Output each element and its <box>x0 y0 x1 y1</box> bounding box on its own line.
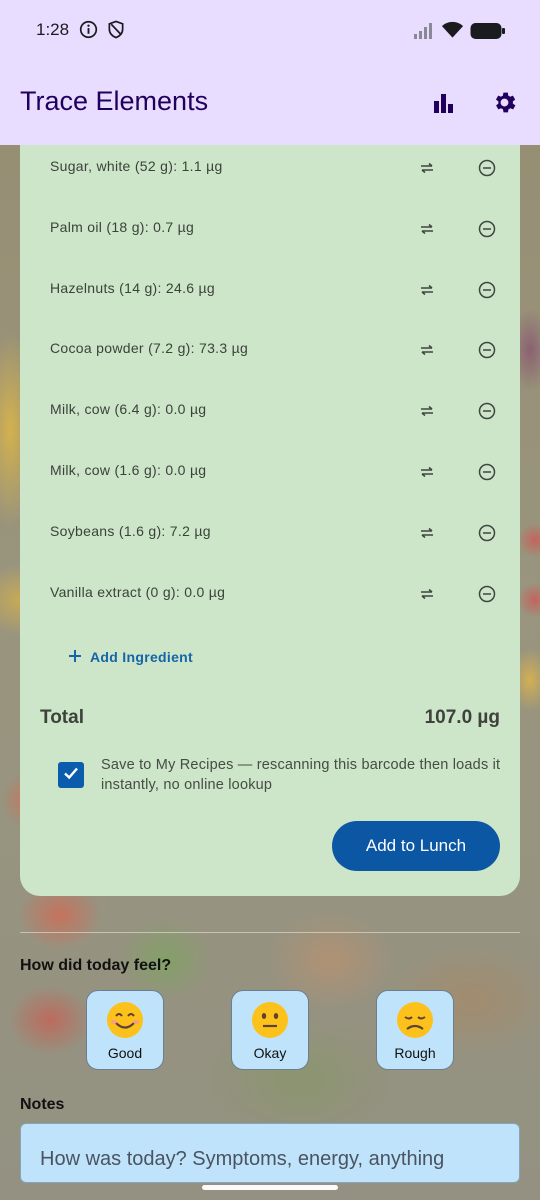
notes-placeholder: How was today? Symptoms, energy, anythin… <box>40 1148 445 1170</box>
remove-circle-icon[interactable] <box>477 584 497 604</box>
notes-input[interactable]: How was today? Symptoms, energy, anythin… <box>20 1123 520 1183</box>
mood-label: Rough <box>394 1045 436 1061</box>
info-icon <box>79 20 98 44</box>
top-app-bar: 1:28 Trace Elements <box>0 0 540 145</box>
ingredient-row: Milk, cow (1.6 g): 0.0 µg <box>50 452 500 492</box>
swap-icon[interactable] <box>417 462 437 482</box>
swap-icon[interactable] <box>417 523 437 543</box>
ingredient-row: Palm oil (18 g): 0.7 µg <box>50 209 500 249</box>
bar-chart-icon <box>431 91 455 120</box>
app-title: Trace Elements <box>20 86 209 116</box>
remove-circle-icon[interactable] <box>477 523 497 543</box>
neutral-face-icon <box>250 1000 290 1040</box>
ingredient-label: Milk, cow (1.6 g): 0.0 µg <box>50 462 207 478</box>
swap-icon[interactable] <box>417 219 437 239</box>
ingredient-label: Milk, cow (6.4 g): 0.0 µg <box>50 401 207 417</box>
plus-icon <box>68 649 82 666</box>
ingredient-label: Cocoa powder (7.2 g): 73.3 µg <box>50 340 249 356</box>
settings-button[interactable] <box>487 88 521 122</box>
remove-circle-icon[interactable] <box>477 219 497 239</box>
ingredient-row: Soybeans (1.6 g): 7.2 µg <box>50 513 500 553</box>
divider <box>20 932 520 933</box>
remove-circle-icon[interactable] <box>477 462 497 482</box>
swap-icon[interactable] <box>417 340 437 360</box>
cell-signal-icon <box>413 22 435 45</box>
notes-title: Notes <box>20 1096 65 1113</box>
add-to-lunch-button[interactable]: Add to Lunch <box>332 821 500 871</box>
remove-circle-icon[interactable] <box>477 158 497 178</box>
add-ingredient-label: Add Ingredient <box>90 649 193 665</box>
mood-label: Good <box>107 1045 143 1061</box>
save-to-recipes-checkbox[interactable] <box>58 762 84 788</box>
mood-label: Okay <box>253 1045 287 1061</box>
swap-icon[interactable] <box>417 401 437 421</box>
disappointed-face-icon <box>395 1000 435 1040</box>
save-to-recipes-text: Save to My Recipes — rescanning this bar… <box>101 757 501 793</box>
mood-okay-button[interactable]: Okay <box>231 990 309 1070</box>
swap-icon[interactable] <box>417 584 437 604</box>
status-time: 1:28 <box>36 20 70 39</box>
swap-icon[interactable] <box>417 158 437 178</box>
feel-section-title: How did today feel? <box>20 957 172 974</box>
total-label: Total <box>40 707 84 728</box>
ingredient-label: Sugar, white (52 g): 1.1 µg <box>50 158 223 174</box>
ingredient-label: Vanilla extract (0 g): 0.0 µg <box>50 584 226 600</box>
smiling-face-icon <box>105 1000 145 1040</box>
ingredient-row: Vanilla extract (0 g): 0.0 µg <box>50 574 500 614</box>
remove-circle-icon[interactable] <box>477 280 497 300</box>
add-ingredient-button[interactable]: Add Ingredient <box>68 642 193 672</box>
swap-icon[interactable] <box>417 280 437 300</box>
checkmark-icon <box>61 763 81 788</box>
remove-circle-icon[interactable] <box>477 340 497 360</box>
ingredient-row: Hazelnuts (14 g): 24.6 µg <box>50 270 500 310</box>
ingredient-row: Milk, cow (6.4 g): 0.0 µg <box>50 391 500 431</box>
mood-rough-button[interactable]: Rough <box>376 990 454 1070</box>
remove-circle-icon[interactable] <box>477 401 497 421</box>
ingredient-label: Hazelnuts (14 g): 24.6 µg <box>50 280 215 296</box>
recipe-card: Sugar, white (52 g): 1.1 µg Palm oil (18… <box>20 110 520 896</box>
wifi-icon <box>441 21 464 44</box>
battery-icon <box>470 22 506 45</box>
mood-good-button[interactable]: Good <box>86 990 164 1070</box>
ingredient-row: Sugar, white (52 g): 1.1 µg <box>50 148 500 188</box>
home-indicator[interactable] <box>202 1185 338 1190</box>
status-bar: 1:28 <box>0 0 540 62</box>
total-value: 107.0 µg <box>424 707 500 728</box>
ingredient-row: Cocoa powder (7.2 g): 73.3 µg <box>50 330 500 370</box>
statistics-button[interactable] <box>426 88 460 122</box>
ingredient-label: Soybeans (1.6 g): 7.2 µg <box>50 523 211 539</box>
shield-icon <box>107 20 125 44</box>
settings-gear-icon <box>491 89 518 121</box>
ingredient-label: Palm oil (18 g): 0.7 µg <box>50 219 195 235</box>
